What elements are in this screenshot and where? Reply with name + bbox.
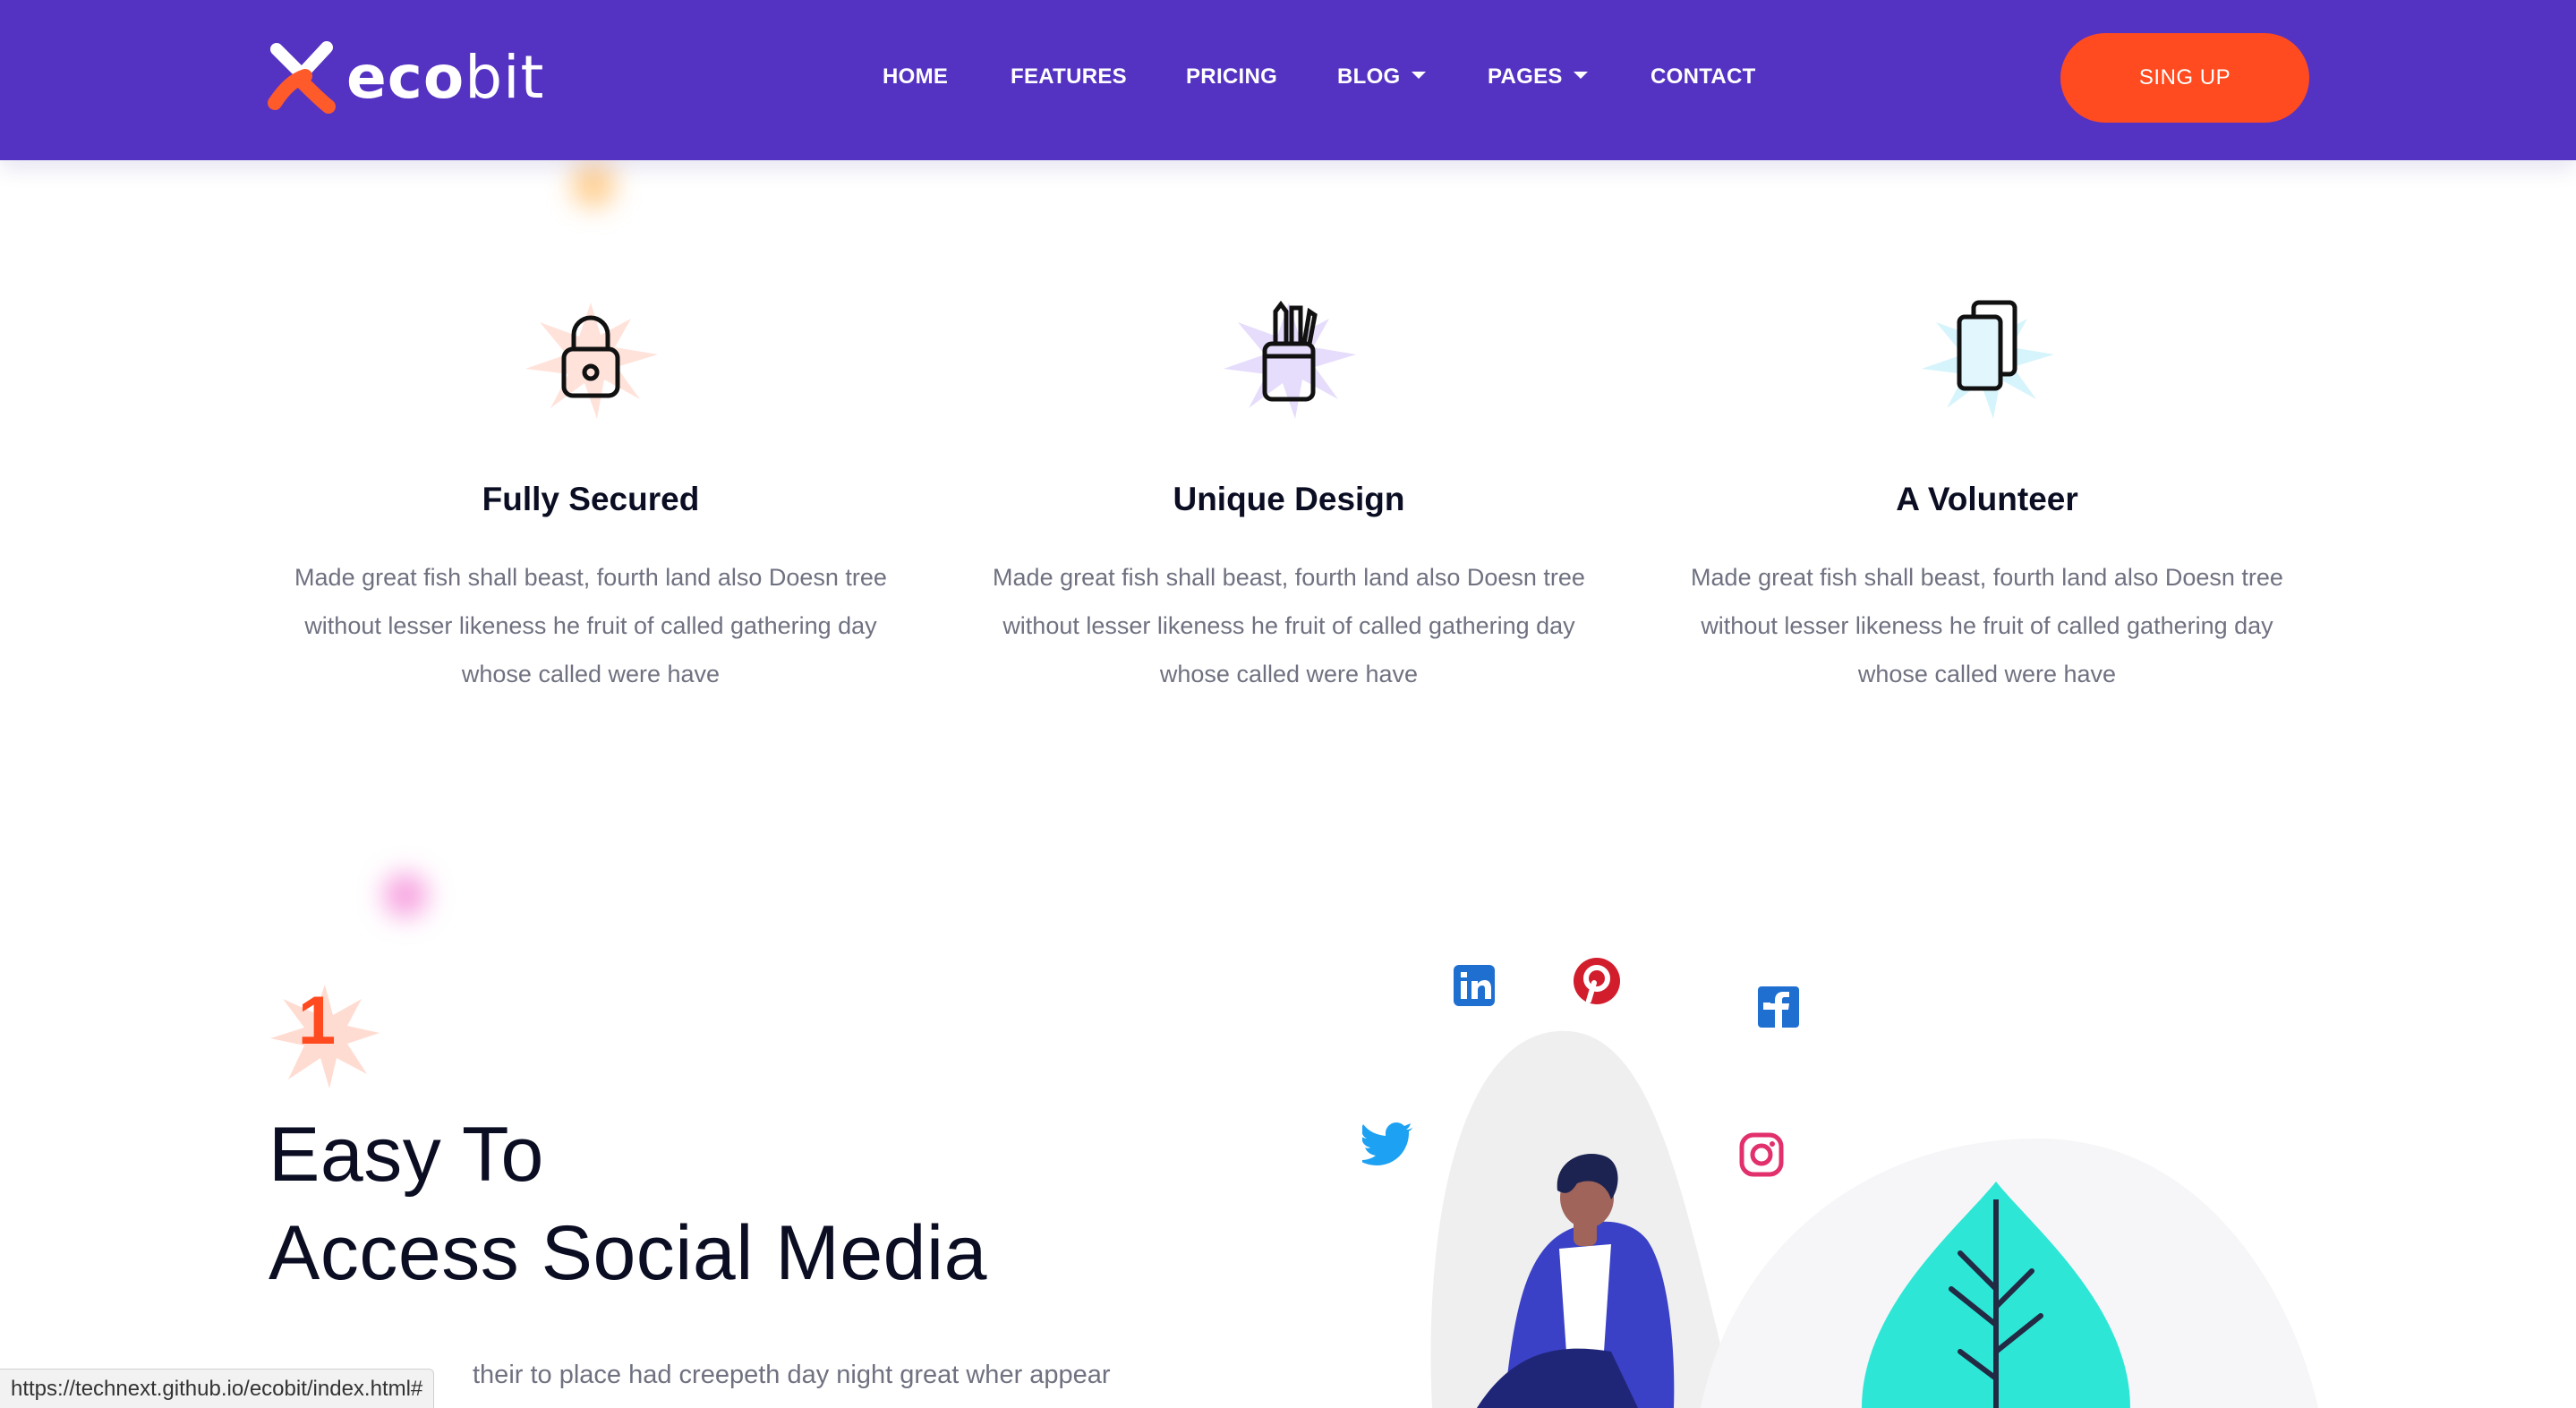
site-header: ecobit HOME FEATURES PRICING BLOG PAGES … <box>0 0 2576 160</box>
pinterest-icon[interactable] <box>1572 956 1622 1011</box>
nav-home[interactable]: HOME <box>883 64 948 90</box>
logo-text: ecobit <box>346 48 544 107</box>
feature-text-line: whose called were have <box>1857 661 2117 688</box>
nav-pricing-label: PRICING <box>1186 64 1278 89</box>
copy-pages-icon <box>1911 292 2063 426</box>
section-text: their to place had creepeth day night gr… <box>473 1361 1111 1389</box>
feature-text-line: without lesser likeness he fruit of call… <box>304 612 877 640</box>
logo-text-light: bit <box>465 43 545 112</box>
nav-pages-label: PAGES <box>1488 64 1563 89</box>
x-logo-mark-icon <box>268 41 336 114</box>
nav-blog[interactable]: BLOG <box>1337 64 1426 90</box>
section-title-line: Access Social Media <box>269 1210 987 1296</box>
feature-text-line: Made great fish shall beast, fourth land… <box>1691 564 2283 592</box>
feature-card-secured: Fully Secured Made great fish shall beas… <box>286 292 895 698</box>
lock-icon <box>515 292 667 426</box>
feature-card-design: Unique Design Made great fish shall beas… <box>985 292 1593 698</box>
section-title-line: Easy To <box>269 1112 544 1198</box>
signup-button-label: SING UP <box>2138 65 2231 90</box>
step-number-badge: 1 <box>265 976 385 1092</box>
nav-pricing[interactable]: PRICING <box>1186 64 1277 90</box>
feature-text: Made great fish shall beast, fourth land… <box>286 553 895 698</box>
nav-contact-label: CONTACT <box>1651 64 1756 89</box>
decorative-dot <box>383 873 428 917</box>
feature-card-volunteer: A Volunteer Made great fish shall beast,… <box>1683 292 2291 698</box>
facebook-icon[interactable] <box>1756 985 1801 1034</box>
step-number: 1 <box>298 983 336 1059</box>
logo[interactable]: ecobit <box>268 38 544 118</box>
nav-features-label: FEATURES <box>1011 64 1127 89</box>
starburst-icon: 1 <box>270 983 380 1088</box>
section-title: Easy To Access Social Media <box>269 1105 987 1302</box>
feature-text-line: without lesser likeness he fruit of call… <box>1701 612 2273 640</box>
nav-features[interactable]: FEATURES <box>1011 64 1127 90</box>
feature-text-line: whose called were have <box>1159 661 1419 688</box>
feature-text-line: without lesser likeness he fruit of call… <box>1002 612 1575 640</box>
nav-pages[interactable]: PAGES <box>1488 64 1588 90</box>
signup-button[interactable]: SING UP <box>2060 33 2309 123</box>
feature-title: Unique Design <box>1173 481 1405 517</box>
feature-text: Made great fish shall beast, fourth land… <box>1683 553 2291 698</box>
logo-text-bold: eco <box>346 43 465 112</box>
social-illustration <box>1343 931 2327 1408</box>
twitter-icon[interactable] <box>1359 1121 1416 1172</box>
feature-title: A Volunteer <box>1896 481 2078 517</box>
decorative-dot <box>571 163 616 208</box>
chevron-down-icon <box>1573 72 1588 79</box>
linkedin-icon[interactable] <box>1452 963 1497 1012</box>
browser-status-url: https://technext.github.io/ecobit/index.… <box>0 1369 435 1408</box>
chevron-down-icon <box>1411 72 1426 79</box>
feature-text: Made great fish shall beast, fourth land… <box>985 553 1593 698</box>
feature-title: Fully Secured <box>482 481 700 517</box>
feature-text-line: whose called were have <box>461 661 721 688</box>
nav-blog-label: BLOG <box>1337 64 1401 89</box>
feature-text-line: Made great fish shall beast, fourth land… <box>294 564 887 592</box>
nav-contact[interactable]: CONTACT <box>1651 64 1756 90</box>
feature-text-line: Made great fish shall beast, fourth land… <box>993 564 1585 592</box>
instagram-icon[interactable] <box>1738 1131 1785 1182</box>
pencil-cup-icon <box>1213 292 1365 426</box>
nav-home-label: HOME <box>883 64 949 89</box>
